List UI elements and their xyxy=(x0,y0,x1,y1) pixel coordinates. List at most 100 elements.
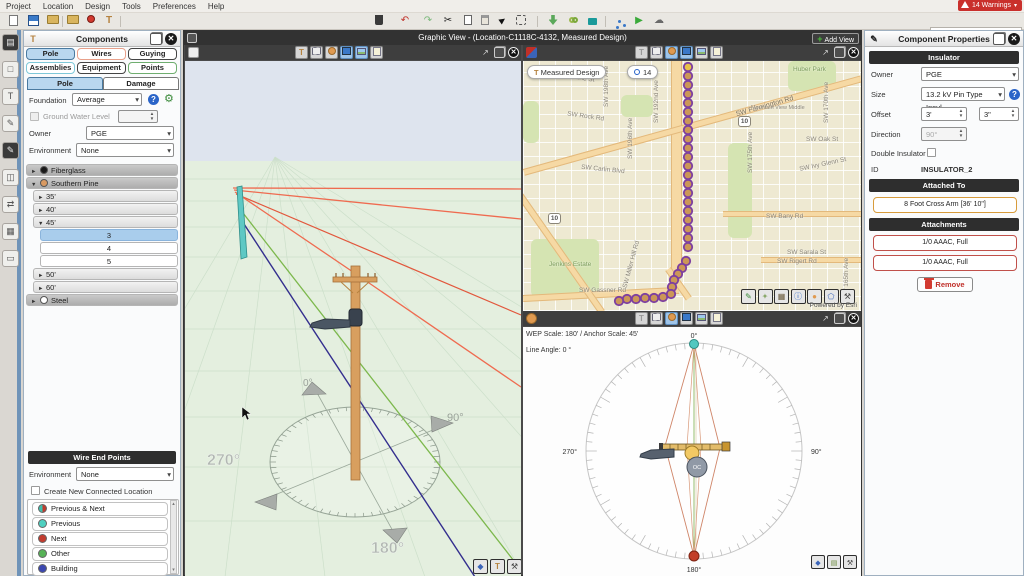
tree-item-35[interactable]: ►35' xyxy=(33,190,178,202)
location-pin-icon[interactable] xyxy=(84,15,98,27)
menu-item-preferences[interactable]: Preferences xyxy=(147,0,202,11)
photo-view-button[interactable] xyxy=(695,46,708,59)
map-pole-marker[interactable] xyxy=(684,198,692,206)
attachment-button[interactable]: 1/0 AAAC, Full xyxy=(873,255,1017,271)
save-icon[interactable] xyxy=(26,15,40,27)
size-dropdown[interactable]: 13.2 kV Pin Type Insul xyxy=(921,87,1005,101)
menu-item-help[interactable]: Help xyxy=(202,0,230,11)
attachment-button[interactable]: 1/0 AAAC, Full xyxy=(873,235,1017,251)
geo-view-button[interactable] xyxy=(680,312,693,325)
cloud-sync-icon[interactable]: ☁ xyxy=(652,15,666,27)
tree-item-50[interactable]: ►50' xyxy=(33,268,178,280)
add-view-button[interactable]: Add View xyxy=(812,33,859,44)
paste-icon[interactable] xyxy=(478,15,492,27)
map-pole-marker[interactable] xyxy=(684,90,692,98)
wrench-tool-button[interactable]: ⚒ xyxy=(843,555,857,569)
pole-tool-button[interactable]: T xyxy=(490,559,505,574)
map-pole-marker[interactable] xyxy=(684,126,692,134)
map-zoom-pill[interactable]: 14 xyxy=(627,65,658,79)
tree-item-60[interactable]: ►60' xyxy=(33,281,178,293)
photo-view-button[interactable] xyxy=(355,46,368,59)
close-icon[interactable]: ✕ xyxy=(848,313,859,324)
help-icon[interactable]: ? xyxy=(1009,89,1020,100)
map-pole-marker[interactable] xyxy=(684,216,692,224)
plan-view-button[interactable] xyxy=(665,46,678,59)
expand-icon[interactable]: ↗ xyxy=(820,313,831,324)
design-layer-pill[interactable]: T Measured Design xyxy=(527,65,606,79)
double-insulator-checkbox[interactable] xyxy=(927,148,936,157)
wrench-tool-button[interactable]: ⚒ xyxy=(507,559,521,574)
close-icon[interactable]: ✕ xyxy=(848,47,859,58)
popout-icon[interactable] xyxy=(494,47,505,58)
popout-icon[interactable] xyxy=(150,33,162,45)
wep-item-next[interactable]: Next xyxy=(32,532,168,546)
offset-feet-spinner[interactable]: 3'▲▼ xyxy=(921,107,967,121)
folder-location-icon[interactable] xyxy=(66,15,80,27)
pole-icon[interactable]: T xyxy=(2,88,19,105)
tree-item-4[interactable]: 4 xyxy=(40,242,178,254)
close-icon[interactable]: ✕ xyxy=(508,47,519,58)
keys-icon[interactable] xyxy=(566,15,580,27)
delete-icon[interactable] xyxy=(372,15,386,27)
popout-icon[interactable] xyxy=(834,47,845,58)
cut-icon[interactable]: ✂ xyxy=(441,15,455,27)
map-pole-marker[interactable] xyxy=(684,63,692,71)
ground-water-checkbox[interactable] xyxy=(30,112,39,121)
offset-inches-spinner[interactable]: 3"▲▼ xyxy=(979,107,1019,121)
map-pole-marker[interactable] xyxy=(615,297,623,305)
map-pole-marker[interactable] xyxy=(632,295,640,303)
pencil-icon[interactable]: ✎ xyxy=(2,115,19,132)
map-pole-marker[interactable] xyxy=(684,117,692,125)
swap-icon[interactable]: ⇄ xyxy=(2,196,19,213)
map-pole-marker[interactable] xyxy=(684,144,692,152)
oc-marker[interactable]: OC xyxy=(687,457,707,477)
tree-item-fiberglass[interactable]: ►Fiberglass xyxy=(26,164,178,176)
menu-item-location[interactable]: Location xyxy=(37,0,79,11)
wep-item-other[interactable]: Other xyxy=(32,547,168,561)
map-canvas[interactable]: SW Deline StSW Rock RdSW 198th AveSW 196… xyxy=(523,61,861,311)
map-pole-marker[interactable] xyxy=(659,293,667,301)
menu-item-design[interactable]: Design xyxy=(79,0,116,11)
pole-tool-icon[interactable]: T xyxy=(102,15,116,27)
pole-view-button[interactable]: T xyxy=(635,312,648,325)
plan-view-button[interactable] xyxy=(325,46,338,59)
notes-view-button[interactable] xyxy=(370,46,383,59)
foundation-dropdown[interactable]: Average xyxy=(72,93,142,106)
wep-next-marker[interactable] xyxy=(689,551,699,561)
owner-dropdown[interactable]: PGE xyxy=(921,67,1019,81)
map-pole-marker[interactable] xyxy=(623,295,631,303)
map-pole-marker[interactable] xyxy=(684,162,692,170)
wep-scrollbar[interactable] xyxy=(170,500,177,574)
dock-divider[interactable] xyxy=(17,30,21,576)
import-user-icon[interactable] xyxy=(546,15,560,27)
edit-view-icon[interactable] xyxy=(187,33,197,43)
map-pole-marker[interactable] xyxy=(684,81,692,89)
lock-icon[interactable] xyxy=(585,15,599,27)
category-pole[interactable]: Pole xyxy=(26,48,75,60)
map-pole-marker[interactable] xyxy=(684,135,692,143)
pole-view-button[interactable]: T xyxy=(295,46,308,59)
map-pole-marker[interactable] xyxy=(684,153,692,161)
category-points[interactable]: Points xyxy=(128,62,177,74)
rect-select-icon[interactable] xyxy=(514,15,528,27)
map-view-button[interactable] xyxy=(650,46,663,59)
map-pole-marker[interactable] xyxy=(684,234,692,242)
open-folder-icon[interactable] xyxy=(46,15,60,27)
category-assemblies[interactable]: Assemblies xyxy=(26,62,75,74)
wep-item-building[interactable]: Building xyxy=(32,562,168,576)
plan-icon[interactable] xyxy=(526,313,537,324)
wep-item-previous[interactable]: Previous xyxy=(32,517,168,531)
direction-spinner[interactable]: 90°▲▼ xyxy=(921,127,967,141)
map-pole-marker[interactable] xyxy=(684,189,692,197)
owner-dropdown[interactable]: PGE xyxy=(86,126,174,140)
map-view-button[interactable] xyxy=(650,312,663,325)
cursor-select-icon[interactable]: ► xyxy=(494,12,512,30)
close-icon[interactable]: ✕ xyxy=(165,33,177,45)
popout-icon[interactable] xyxy=(993,33,1005,45)
ground-water-spinner[interactable]: ▲▼ xyxy=(118,110,158,123)
create-connected-checkbox[interactable] xyxy=(31,486,40,495)
photo-view-button[interactable] xyxy=(695,312,708,325)
menu-item-tools[interactable]: Tools xyxy=(116,0,147,11)
warnings-badge[interactable]: 14 Warnings▾ xyxy=(958,0,1022,11)
attached-crossarm-button[interactable]: 8 Foot Cross Arm [36' 10"] xyxy=(873,197,1017,213)
